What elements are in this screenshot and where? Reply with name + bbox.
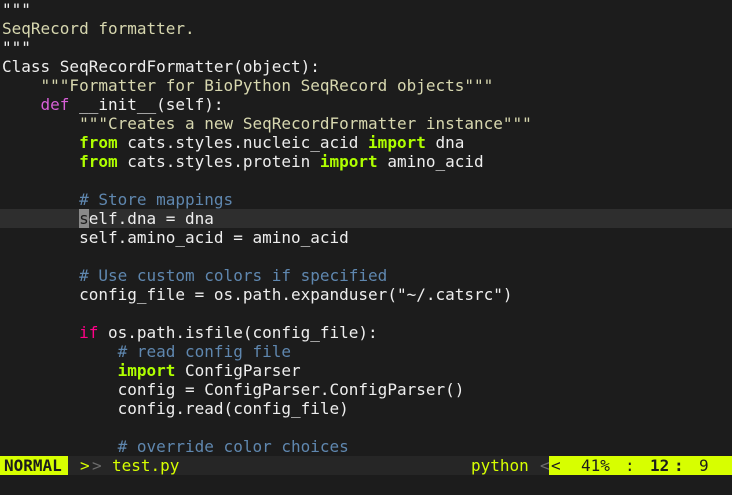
code-token: # Store mappings	[2, 190, 234, 209]
code-token: # override color choices	[2, 437, 349, 456]
code-token: from	[79, 133, 118, 152]
code-line[interactable]: """	[0, 38, 732, 57]
code-line-current[interactable]: self.dna = dna	[0, 209, 732, 228]
code-editor-buffer[interactable]: """ SeqRecord formatter. """ Class SeqRecor…	[0, 0, 732, 456]
code-line[interactable]: from cats.styles.protein import amino_ac…	[0, 152, 732, 171]
code-line[interactable]: def __init__(self):	[0, 95, 732, 114]
mode-indicator: NORMAL	[0, 456, 68, 475]
file-percent: 41%	[581, 456, 610, 475]
code-line[interactable]: self.amino_acid = amino_acid	[0, 228, 732, 247]
code-token: def	[40, 95, 70, 114]
code-token: # Use custom colors if specified	[2, 266, 388, 285]
code-token: __init__(self):	[69, 95, 224, 114]
code-token: import	[368, 133, 426, 152]
code-line[interactable]: config.read(config_file)	[0, 399, 732, 418]
code-line[interactable]: # read config file	[0, 342, 732, 361]
vim-statusline: NORMAL > > test.py python < < 41% : 12 :…	[0, 456, 732, 475]
cursor-position-section: < 41% : 12 : 9	[549, 456, 732, 475]
code-token: import	[117, 361, 176, 380]
separator-arrow-right-icon: >	[80, 456, 90, 475]
code-token: amino_acid	[377, 152, 484, 171]
code-token: os.path.isfile(config_file):	[98, 323, 378, 342]
separator-arrow-left-icon: <	[551, 456, 561, 475]
code-line[interactable]: """Formatter for BioPython SeqRecord obj…	[0, 76, 732, 95]
code-line[interactable]: """Creates a new SeqRecordFormatter inst…	[0, 114, 732, 133]
separator-chevron-right-icon: >	[92, 456, 102, 475]
code-line[interactable]: Class SeqRecordFormatter(object):	[0, 57, 732, 76]
code-line[interactable]: config = ConfigParser.ConfigParser()	[0, 380, 732, 399]
code-token: """	[2, 0, 31, 19]
code-line[interactable]	[0, 247, 732, 266]
code-token: cats.styles.protein	[117, 152, 320, 171]
filename-label: test.py	[112, 456, 180, 475]
code-token: if	[79, 323, 99, 342]
code-line[interactable]: from cats.styles.nucleic_acid import dna	[0, 133, 732, 152]
code-token: config_file = os.path.expanduser("~/.cat…	[2, 285, 513, 304]
text-cursor: s	[79, 209, 89, 228]
code-line[interactable]: # Use custom colors if specified	[0, 266, 732, 285]
code-line[interactable]: import ConfigParser	[0, 361, 732, 380]
code-line[interactable]: config_file = os.path.expanduser("~/.cat…	[0, 285, 732, 304]
code-line[interactable]	[0, 304, 732, 323]
position-separator: :	[674, 456, 684, 475]
code-token: config.read(config_file)	[2, 399, 349, 418]
code-token: dna	[425, 133, 465, 152]
code-token: # read config file	[2, 342, 291, 361]
code-line[interactable]: # override color choices	[0, 437, 732, 456]
code-line[interactable]: """	[0, 0, 732, 19]
code-token: from	[79, 152, 118, 171]
code-token: elf.dna = dna	[88, 209, 214, 228]
position-separator: :	[625, 456, 635, 475]
code-line[interactable]	[0, 171, 732, 190]
line-number: 12	[650, 456, 670, 475]
code-line[interactable]	[0, 418, 732, 437]
code-token: """Creates a new SeqRecordFormatter inst…	[2, 114, 532, 133]
vim-terminal-window: """ SeqRecord formatter. """ Class SeqRecor…	[0, 0, 732, 495]
code-token: Class SeqRecordFormatter(object):	[2, 57, 320, 76]
code-line[interactable]: SeqRecord formatter.	[0, 19, 732, 38]
column-number: 9	[699, 456, 709, 475]
vim-command-line[interactable]	[0, 475, 732, 495]
code-token: import	[319, 152, 378, 171]
code-token: self.amino_acid = amino_acid	[2, 228, 349, 247]
code-line[interactable]: if os.path.isfile(config_file):	[0, 323, 732, 342]
code-token: config = ConfigParser.ConfigParser()	[2, 380, 465, 399]
code-token: """	[2, 38, 31, 57]
filetype-label: python	[471, 456, 529, 475]
code-token: SeqRecord formatter.	[2, 19, 195, 38]
code-token: """Formatter for BioPython SeqRecord obj…	[2, 76, 494, 95]
code-token: ConfigParser	[175, 361, 301, 380]
code-token: cats.styles.nucleic_acid	[117, 133, 369, 152]
code-line[interactable]: # Store mappings	[0, 190, 732, 209]
